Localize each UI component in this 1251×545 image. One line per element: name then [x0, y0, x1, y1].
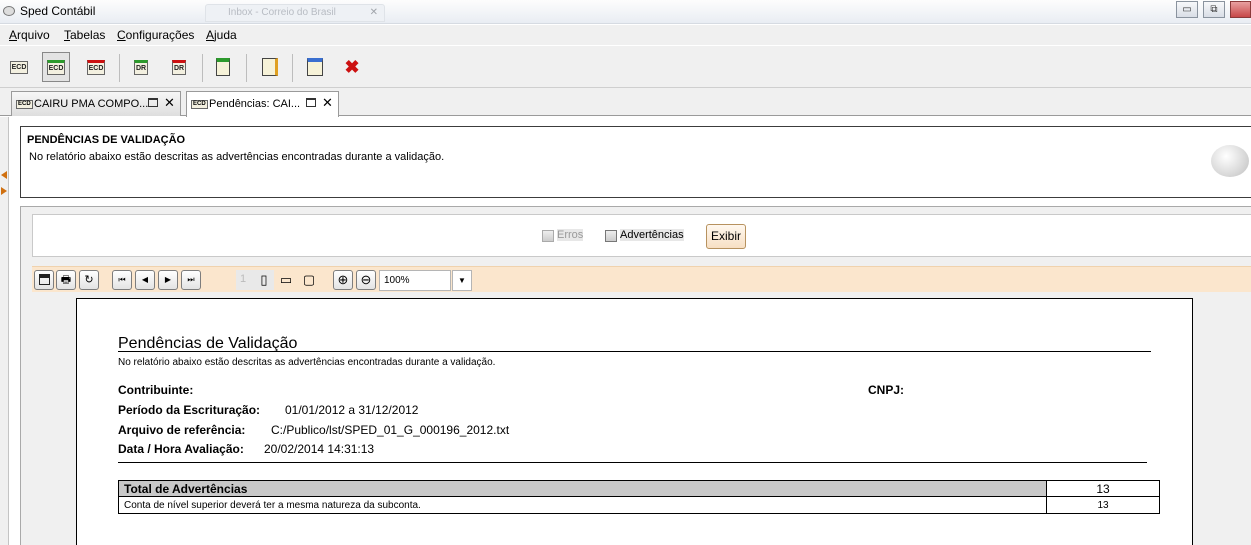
- tab-close-icon[interactable]: ✕: [164, 95, 175, 111]
- periodo-label: Período da Escrituração:: [118, 403, 261, 417]
- viewer-toolbar: 🖶 ↻ ⏮ ◀ ▶ ⏭ 1 ▯ ▭ ▢ ⊕ ⊖ 100% ▼: [32, 266, 1251, 292]
- minimize-button[interactable]: ▭: [1176, 1, 1198, 18]
- ecd-icon-label: ECD: [9, 60, 29, 74]
- warning-description: Conta de nível superior deverá ter a mes…: [118, 496, 1047, 514]
- report-page: Pendências de Validação No relatório aba…: [76, 298, 1193, 545]
- background-tab-close-icon[interactable]: ✕: [370, 7, 378, 18]
- page-width-icon[interactable]: ▭: [278, 272, 294, 288]
- title-bar: Sped Contábil Inbox - Correio do Brasil ✕…: [0, 0, 1251, 24]
- divider: [118, 351, 1151, 352]
- window-close-button[interactable]: [1230, 1, 1251, 18]
- ecd-delete-icon-label: ECD: [86, 59, 106, 75]
- dr-delete-icon-label: DR: [171, 59, 187, 75]
- refresh-icon[interactable]: ↻: [79, 270, 99, 290]
- toolbar-separator: [119, 54, 120, 82]
- background-window-tab-label: Inbox - Correio do Brasil: [228, 7, 336, 18]
- menu-ajuda[interactable]: Ajuda: [206, 28, 237, 42]
- ecd-icon[interactable]: ECD: [5, 52, 33, 82]
- tab-cairu-label: CAIRU PMA COMPO...: [34, 98, 149, 110]
- vertical-scrollbar[interactable]: [1240, 292, 1251, 545]
- report-description: No relatório abaixo estão descritas as a…: [118, 357, 496, 368]
- save-icon[interactable]: [34, 270, 54, 290]
- edit-icon[interactable]: [256, 52, 284, 82]
- dr-import-icon[interactable]: DR: [127, 52, 155, 82]
- menu-configuracoes[interactable]: Configurações: [117, 28, 194, 42]
- restore-button[interactable]: ⧉: [1203, 1, 1225, 18]
- background-window-tab[interactable]: Inbox - Correio do Brasil ✕: [205, 4, 385, 22]
- arquivo-label: Arquivo de referência:: [118, 423, 246, 437]
- dr-import-icon-label: DR: [133, 59, 149, 75]
- zoom-in-icon[interactable]: ⊕: [333, 270, 353, 290]
- table-row: Conta de nível superior deverá ter a mes…: [118, 496, 1160, 514]
- toolbar-separator: [202, 54, 203, 82]
- prev-page-icon[interactable]: ◀: [135, 270, 155, 290]
- total-advertencias-label: Total de Advertências: [118, 480, 1047, 497]
- ecd-tab-icon: ECD: [16, 100, 33, 109]
- dr-delete-icon[interactable]: DR: [165, 52, 193, 82]
- document-tabs: ECD CAIRU PMA COMPO... ✕ ECD Pendências:…: [0, 88, 1251, 117]
- advertencias-checkbox[interactable]: [605, 230, 617, 242]
- zoom-select[interactable]: 100%: [379, 270, 451, 291]
- first-page-icon[interactable]: ⏮: [112, 270, 132, 290]
- help-icon-shape: [307, 58, 323, 76]
- app-icon: [3, 6, 15, 16]
- ecd-import-icon-label: ECD: [46, 59, 66, 75]
- erros-label[interactable]: Erros: [557, 229, 584, 241]
- left-collapse-bar[interactable]: [0, 117, 9, 545]
- next-page-icon[interactable]: ▶: [158, 270, 178, 290]
- help-icon[interactable]: [301, 52, 329, 82]
- ecd-tab-icon: ECD: [191, 100, 208, 109]
- tab-maximize-icon[interactable]: [306, 98, 316, 107]
- save-icon-shape: [38, 274, 50, 285]
- periodo-value: 01/01/2012 a 31/12/2012: [285, 403, 419, 417]
- advertencias-label[interactable]: Advertências: [620, 229, 684, 241]
- exibir-button[interactable]: Exibir: [706, 224, 746, 249]
- expand-right-icon[interactable]: [1, 187, 7, 195]
- zoom-out-icon[interactable]: ⊖: [356, 270, 376, 290]
- edit-icon-shape: [262, 58, 278, 76]
- info-panel: PENDÊNCIAS DE VALIDAÇÃO No relatório aba…: [20, 126, 1251, 198]
- last-page-icon[interactable]: ⏭: [181, 270, 201, 290]
- info-title: PENDÊNCIAS DE VALIDAÇÃO: [27, 134, 186, 146]
- data-hora-value: 20/02/2014 14:31:13: [264, 442, 375, 456]
- validate-icon-shape: [216, 58, 230, 76]
- toolbar-separator: [246, 54, 247, 82]
- tab-maximize-icon[interactable]: [148, 98, 158, 107]
- advertencias-table: Total de Advertências 13 Conta de nível …: [118, 480, 1160, 514]
- chevron-down-icon[interactable]: ▼: [452, 270, 472, 291]
- tab-pendencias-label: Pendências: CAI...: [209, 98, 301, 110]
- menu-arquivo[interactable]: Arquivo: [9, 28, 50, 42]
- print-icon[interactable]: 🖶: [56, 270, 76, 290]
- ecd-delete-icon[interactable]: ECD: [82, 52, 110, 82]
- total-advertencias-count: 13: [1046, 480, 1160, 497]
- menu-bar: Arquivo Tabelas Configurações Ajuda: [0, 25, 1251, 45]
- page-full-icon[interactable]: ▢: [301, 272, 317, 288]
- validate-icon[interactable]: [209, 52, 237, 82]
- close-icon[interactable]: ✖: [338, 52, 366, 82]
- cnpj-label: CNPJ:: [868, 383, 905, 397]
- page-single-icon[interactable]: ▯: [256, 272, 272, 288]
- table-header-row: Total de Advertências 13: [118, 480, 1160, 497]
- tab-close-icon[interactable]: ✕: [322, 95, 333, 111]
- tab-pendencias[interactable]: ECD Pendências: CAI... ✕: [186, 91, 339, 117]
- contribuinte-label: Contribuinte:: [118, 383, 194, 397]
- globe-icon: [1211, 145, 1249, 177]
- divider: [118, 462, 1147, 463]
- window-title: Sped Contábil: [20, 4, 96, 18]
- collapse-left-icon[interactable]: [1, 171, 7, 179]
- warning-count: 13: [1046, 496, 1160, 514]
- arquivo-value: C:/Publico/lst/SPED_01_G_000196_2012.txt: [271, 423, 510, 437]
- ecd-import-icon[interactable]: ECD: [42, 52, 70, 82]
- menu-tabelas[interactable]: Tabelas: [64, 28, 105, 42]
- data-hora-label: Data / Hora Avaliação:: [118, 442, 244, 456]
- toolbar-separator: [292, 54, 293, 82]
- info-description: No relatório abaixo estão descritas as a…: [29, 151, 445, 163]
- erros-checkbox[interactable]: [542, 230, 554, 242]
- tab-cairu[interactable]: ECD CAIRU PMA COMPO... ✕: [11, 91, 181, 116]
- main-toolbar: ECD ECD ECD DR DR ✖: [0, 46, 1251, 88]
